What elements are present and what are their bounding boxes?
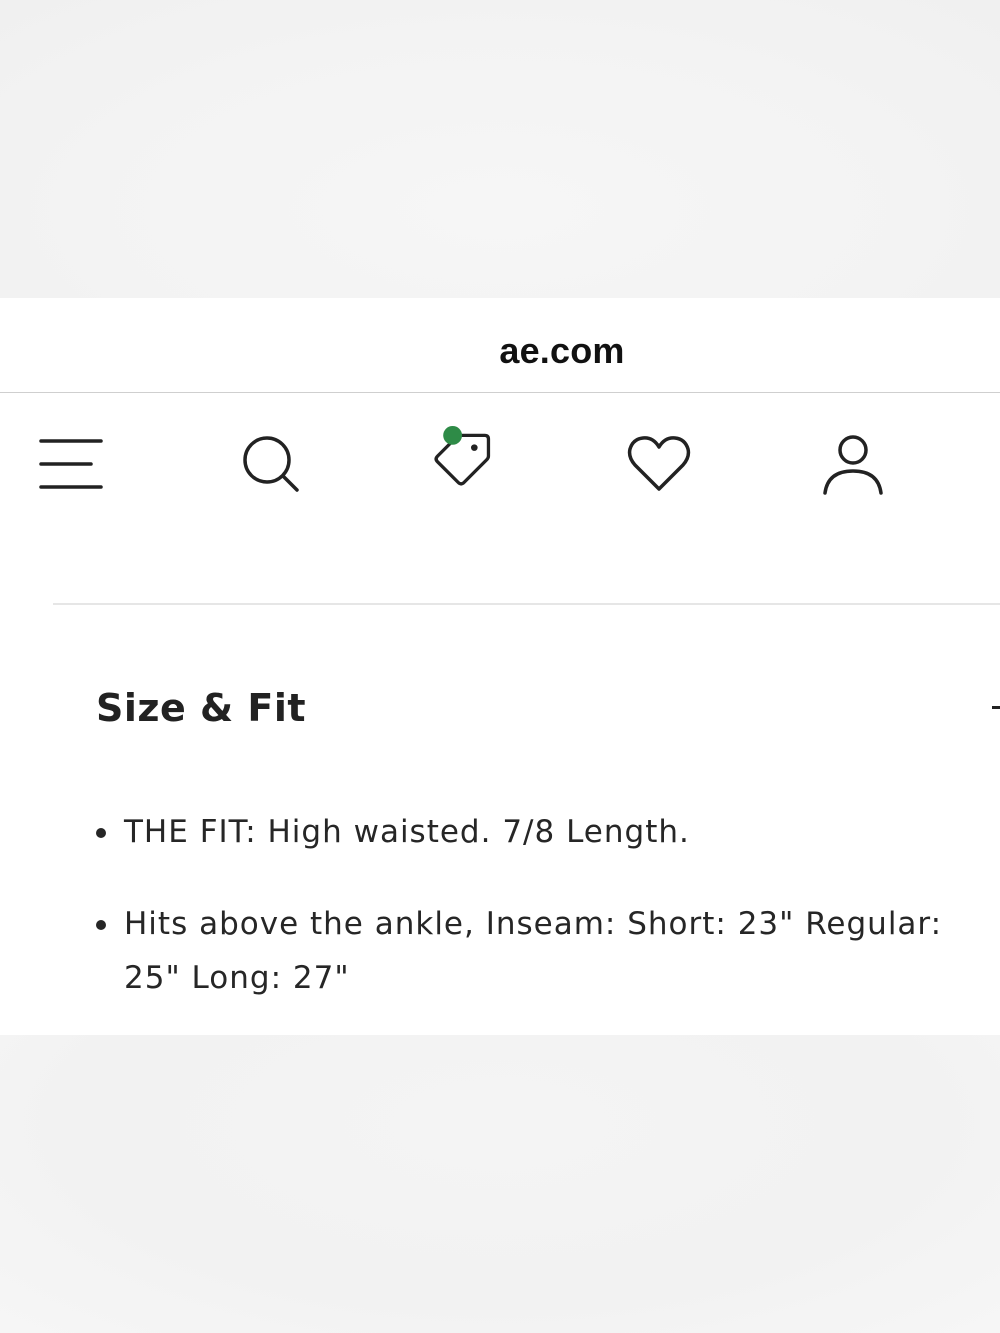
section-divider [53, 603, 1000, 605]
wishlist-button[interactable] [626, 431, 692, 497]
offers-button[interactable] [430, 425, 496, 491]
search-icon [243, 436, 299, 492]
menu-button[interactable] [38, 431, 104, 497]
list-item: THE FIT: High waisted. 7/8 Length. [96, 805, 956, 859]
page: ae.com Size & Fit THE FIT: High waisted.… [0, 0, 1000, 1333]
collapse-icon [992, 706, 1000, 709]
tag-icon [434, 425, 491, 486]
size-fit-list: THE FIT: High waisted. 7/8 Length. Hits … [96, 805, 956, 1043]
blurred-background-top [0, 0, 1000, 298]
notification-dot [443, 425, 463, 445]
url-text[interactable]: ae.com [0, 330, 1000, 372]
blurred-background-bottom [0, 1035, 1000, 1333]
heart-icon [627, 436, 691, 491]
size-fit-toggle[interactable] [992, 689, 1000, 725]
user-icon [823, 435, 883, 495]
browser-url-bar[interactable]: ae.com [0, 298, 1000, 393]
menu-icon [39, 439, 103, 489]
list-item: Hits above the ankle, Inseam: Short: 23"… [96, 897, 956, 1005]
page-content: Size & Fit THE FIT: High waisted. 7/8 Le… [0, 393, 1000, 1035]
size-fit-title[interactable]: Size & Fit [96, 686, 306, 730]
account-button[interactable] [820, 431, 886, 497]
search-button[interactable] [238, 431, 304, 497]
